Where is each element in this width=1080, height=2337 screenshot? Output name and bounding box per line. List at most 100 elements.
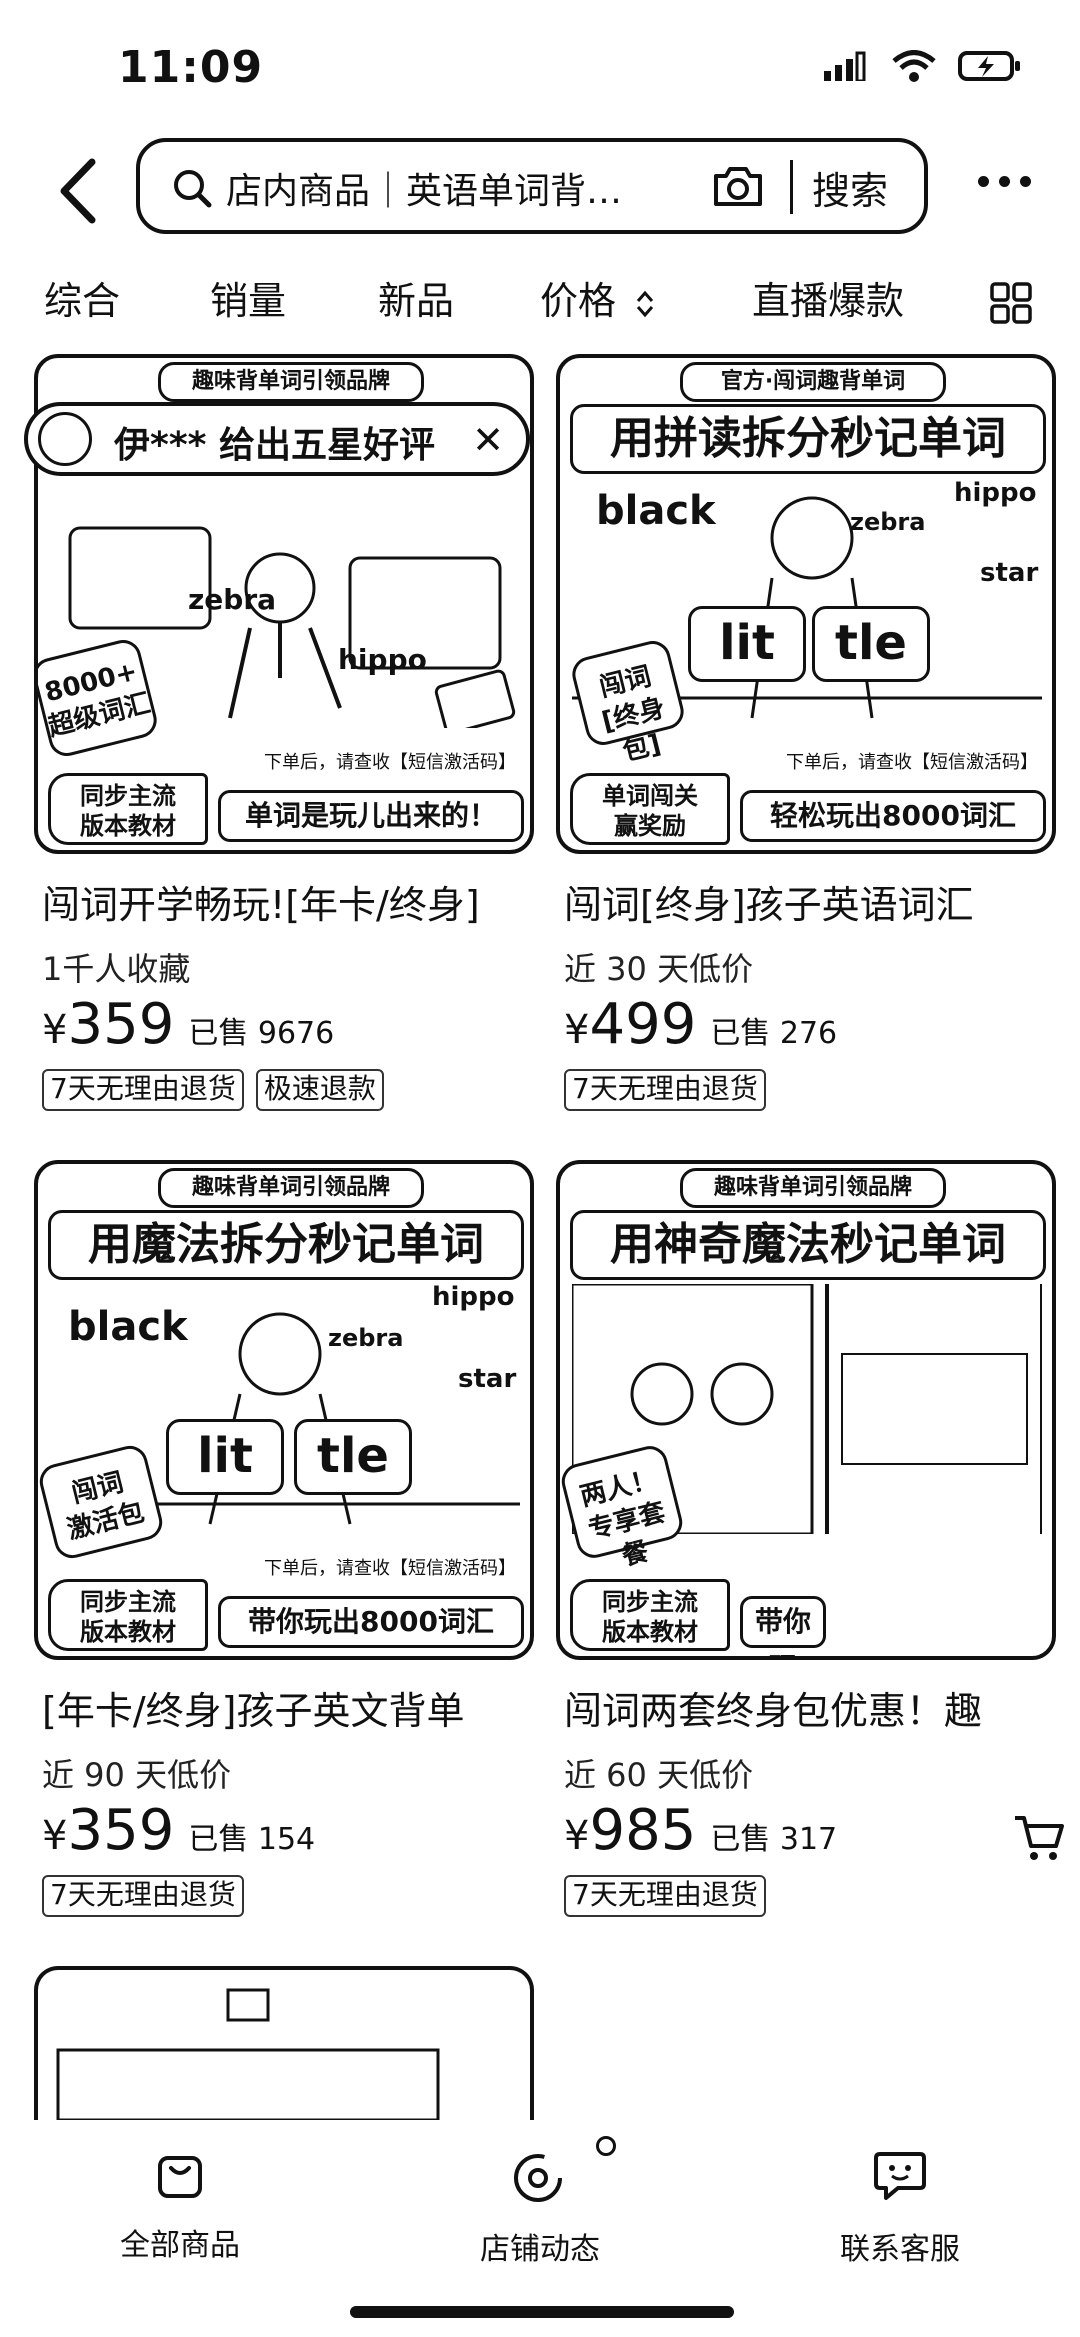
activation-note: 下单后，请查收【短信激活码】 bbox=[264, 1558, 516, 1579]
nav-all-products[interactable]: 全部商品 bbox=[60, 2146, 300, 2264]
tab-live-hits[interactable]: 直播爆款 bbox=[752, 270, 904, 325]
add-to-cart-icon[interactable] bbox=[1012, 1810, 1066, 1864]
tab-new[interactable]: 新品 bbox=[378, 270, 454, 325]
price-currency: ¥ bbox=[42, 1007, 68, 1053]
image-headline: 用神奇魔法秒记单词 bbox=[570, 1210, 1046, 1280]
search-input[interactable]: 店内商品｜英语单词背… bbox=[226, 162, 786, 214]
tab-comprehensive[interactable]: 综合 bbox=[44, 270, 120, 325]
tab-price-label: 价格 bbox=[540, 279, 617, 323]
sort-tabs: 综合 销量 新品 价格 直播爆款 bbox=[0, 270, 1080, 340]
nav-customer-service[interactable]: 联系客服 bbox=[780, 2146, 1020, 2268]
review-toast: 伊*** 给出五星好评 ✕ bbox=[24, 402, 530, 476]
activation-note: 下单后，请查收【短信激活码】 bbox=[264, 752, 516, 773]
textbook-badge: 同步主流 版本教材 bbox=[48, 1579, 208, 1651]
product-subtext: 近 60 天低价 bbox=[564, 1756, 754, 1794]
search-divider bbox=[790, 160, 793, 214]
sold-count: 已售 9676 bbox=[188, 1016, 335, 1051]
nav-label: 全部商品 bbox=[120, 2228, 240, 2263]
image-banner: 趣味背单词引领品牌 bbox=[680, 1168, 946, 1208]
bottom-nav: 全部商品 店铺动态 联系客服 bbox=[0, 2120, 1080, 2337]
nav-label: 联系客服 bbox=[840, 2232, 960, 2267]
sold-count: 已售 276 bbox=[710, 1016, 838, 1051]
reward-badge: 单词闯关 赢奖励 bbox=[570, 773, 730, 845]
tag: 极速退款 bbox=[255, 1069, 384, 1111]
price-value: 359 bbox=[67, 1798, 175, 1863]
product-price: ¥499 已售 276 bbox=[564, 992, 837, 1057]
service-tags: 7天无理由退货 bbox=[564, 1069, 766, 1111]
english-word: black bbox=[68, 1304, 188, 1350]
wifi-icon bbox=[892, 50, 936, 82]
search-box[interactable]: 店内商品｜英语单词背… 搜索 bbox=[136, 138, 928, 234]
search-icon bbox=[174, 170, 212, 208]
image-banner: 趣味背单词引领品牌 bbox=[158, 1168, 424, 1208]
nav-store-activity[interactable]: 店铺动态 bbox=[420, 2146, 660, 2268]
product-image[interactable]: 趣味背单词引领品牌 用神奇魔法秒记单词 两人！ 专享套餐 同步主流 版本教材 带… bbox=[556, 1160, 1056, 1660]
price-currency: ¥ bbox=[564, 1007, 590, 1053]
service-tags: 7天无理由退货 bbox=[42, 1875, 244, 1917]
grid-view-icon[interactable] bbox=[990, 282, 1032, 324]
syllable-tile: lit bbox=[688, 606, 806, 682]
price-value: 499 bbox=[589, 992, 697, 1057]
activation-note: 下单后，请查收【短信激活码】 bbox=[786, 752, 1038, 773]
price-currency: ¥ bbox=[42, 1813, 68, 1859]
partial-illustration bbox=[56, 1988, 440, 2120]
tag: 7天无理由退货 bbox=[564, 1069, 766, 1111]
product-image[interactable]: 趣味背单词引领品牌 用魔法拆分秒记单词 black zebra hippo st… bbox=[34, 1160, 534, 1660]
english-word: hippo bbox=[954, 478, 1037, 508]
english-word: zebra bbox=[188, 583, 277, 616]
close-icon[interactable]: ✕ bbox=[472, 418, 504, 462]
search-button[interactable]: 搜索 bbox=[812, 160, 888, 215]
tag: 7天无理由退货 bbox=[564, 1875, 766, 1917]
product-image[interactable]: 官方·闯词趣背单词 用拼读拆分秒记单词 black zebra hippo st… bbox=[556, 354, 1056, 854]
english-word: hippo bbox=[432, 1282, 515, 1312]
battery-charging-icon bbox=[958, 51, 1020, 81]
tab-sales[interactable]: 销量 bbox=[210, 270, 286, 325]
product-price: ¥359 已售 154 bbox=[42, 1798, 315, 1863]
toast-text: 伊*** 给出五星好评 bbox=[114, 425, 436, 466]
syllable-tile: lit bbox=[166, 1419, 284, 1495]
store-activity-icon bbox=[514, 2154, 562, 2202]
camera-icon[interactable] bbox=[712, 160, 764, 212]
sold-count: 已售 317 bbox=[710, 1822, 838, 1857]
price-currency: ¥ bbox=[564, 1813, 590, 1859]
textbook-badge: 同步主流 版本教材 bbox=[48, 773, 208, 845]
back-arrow-icon[interactable] bbox=[52, 156, 108, 226]
product-price: ¥359 已售 9676 bbox=[42, 992, 334, 1057]
image-headline: 用拼读拆分秒记单词 bbox=[570, 404, 1046, 474]
product-subtext: 近 90 天低价 bbox=[42, 1756, 232, 1794]
english-word: zebra bbox=[850, 508, 926, 536]
textbook-badge: 同步主流 版本教材 bbox=[570, 1579, 730, 1651]
product-title[interactable]: [年卡/终身]孩子英文背单 bbox=[42, 1680, 542, 1735]
product-subtext: 1千人收藏 bbox=[42, 950, 191, 988]
product-title[interactable]: 闯词两套终身包优惠！趣 bbox=[564, 1680, 1064, 1735]
price-value: 985 bbox=[589, 1798, 697, 1863]
product-title[interactable]: 闯词开学畅玩![年卡/终身] bbox=[42, 874, 542, 929]
product-price: ¥985 已售 317 bbox=[564, 1798, 837, 1863]
sort-updown-icon bbox=[636, 290, 654, 317]
syllable-tile: tle bbox=[294, 1419, 412, 1495]
home-indicator[interactable] bbox=[350, 2306, 734, 2318]
image-slogan: 轻松玩出8000词汇 bbox=[740, 790, 1046, 842]
image-slogan: 单词是玩儿出来的！ bbox=[218, 790, 524, 842]
status-time: 11:09 bbox=[118, 42, 264, 93]
image-headline: 用魔法拆分秒记单词 bbox=[48, 1210, 524, 1280]
tag: 7天无理由退货 bbox=[42, 1875, 244, 1917]
product-image-partial[interactable] bbox=[34, 1966, 534, 2120]
more-options-icon[interactable] bbox=[978, 176, 1031, 187]
tag: 7天无理由退货 bbox=[42, 1069, 244, 1111]
english-word: star bbox=[980, 558, 1039, 588]
tab-price[interactable]: 价格 bbox=[540, 270, 656, 325]
english-word: black bbox=[596, 488, 716, 534]
sold-count: 已售 154 bbox=[188, 1822, 316, 1857]
english-word: star bbox=[458, 1364, 517, 1394]
english-word: zebra bbox=[328, 1324, 404, 1352]
bag-icon bbox=[158, 2156, 202, 2198]
image-banner: 官方·闯词趣背单词 bbox=[680, 362, 946, 402]
service-tags: 7天无理由退货 极速退款 bbox=[42, 1069, 384, 1111]
product-subtext: 近 30 天低价 bbox=[564, 950, 754, 988]
product-title[interactable]: 闯词[终身]孩子英语词汇 bbox=[564, 874, 1064, 929]
syllable-tile: tle bbox=[812, 606, 930, 682]
english-word: hippo bbox=[338, 643, 427, 676]
status-bar: 11:09 bbox=[0, 0, 1080, 140]
chat-icon bbox=[874, 2152, 926, 2200]
